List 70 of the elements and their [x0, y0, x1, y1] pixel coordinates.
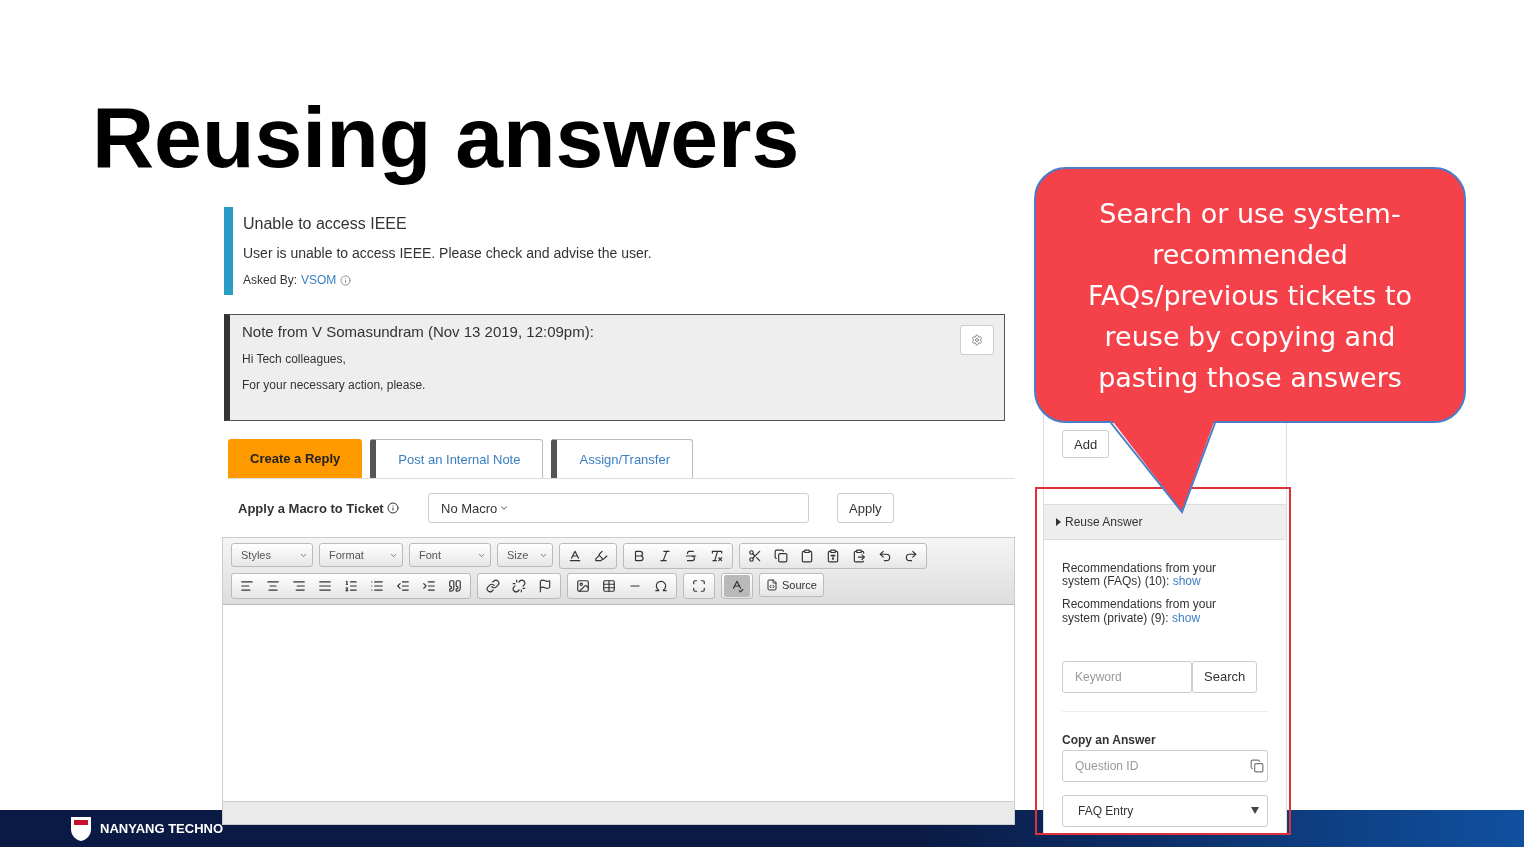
university-name: NANYANG TECHNO — [100, 821, 224, 836]
toolbar-dropdown[interactable]: Styles — [231, 543, 313, 567]
ticket-subject: Unable to access IEEE — [243, 215, 408, 233]
table-icon — [602, 579, 616, 593]
document-icon — [766, 579, 778, 591]
omega-icon — [654, 579, 668, 593]
bullet-list-icon — [370, 579, 384, 593]
question-id-field[interactable]: Question ID — [1062, 749, 1268, 782]
maximize-icon — [692, 579, 706, 593]
clear-format-icon — [710, 549, 724, 563]
note-text: For your necessary action, please. — [242, 378, 427, 392]
copy-label: Copy an Answer — [1062, 732, 1157, 747]
section-header[interactable]: Reuse Answer — [1044, 504, 1286, 540]
justify-icon — [318, 579, 332, 593]
link-icon — [486, 579, 500, 593]
cut-icon — [748, 549, 762, 563]
recommendation-text: Recommendations from your system (private) (9): show — [1062, 598, 1218, 625]
spellcheck-icon — [730, 579, 744, 593]
info-icon — [340, 274, 352, 286]
macro-select[interactable]: No Macro — [428, 493, 809, 523]
caret-icon — [1251, 807, 1259, 815]
asked-by-label: Asked By: — [243, 273, 298, 287]
apply-button[interactable]: Apply — [837, 493, 894, 523]
shield-icon — [70, 815, 92, 842]
align-center-icon — [266, 579, 280, 593]
undo-icon — [878, 549, 892, 563]
section-title: Reuse Answer — [1065, 515, 1143, 529]
show-link[interactable]: show — [1172, 610, 1201, 625]
flag-icon — [538, 579, 552, 593]
outdent-icon — [396, 579, 410, 593]
italic-icon — [658, 549, 672, 563]
text-color-icon — [568, 549, 582, 563]
align-left-icon — [240, 579, 254, 593]
toolbar-dropdown[interactable]: Size — [497, 543, 553, 567]
indent-icon — [422, 579, 436, 593]
caret-icon — [1056, 518, 1061, 526]
info-icon — [386, 502, 399, 514]
align-right-icon — [292, 579, 306, 593]
bold-icon — [632, 549, 646, 563]
numbered-list-icon — [344, 579, 358, 593]
image-icon — [576, 579, 590, 593]
recommendation-text: Recommendations from your system (FAQs) (10): show — [1062, 562, 1218, 589]
search-button[interactable]: Search — [1192, 660, 1258, 693]
note-text: Hi Tech colleagues, — [242, 352, 347, 366]
show-link[interactable]: show — [1172, 574, 1201, 589]
note-header: Note from V Somasundram (Nov 13 2019, 12:09pm): — [242, 323, 595, 340]
strikethrough-icon — [684, 549, 698, 563]
callout-text: Search or use system-recommended FAQs/previous tickets to reuse by copying and pasting those answers — [1086, 196, 1413, 395]
paste-icon — [800, 549, 814, 563]
add-button[interactable]: Add — [1062, 430, 1110, 458]
tab[interactable]: Post an Internal Note — [370, 439, 544, 478]
copy-icon — [774, 549, 788, 563]
macro-label: Apply a Macro to Ticket — [238, 500, 384, 516]
quote-icon — [448, 579, 462, 593]
tab[interactable]: Assign/Transfer — [551, 439, 694, 478]
ticket-body: User is unable to access IEEE. Please check and advise the user. — [243, 245, 653, 261]
faq-select[interactable]: FAQ Entry — [1062, 794, 1268, 827]
gear-icon — [971, 334, 983, 346]
paste-text-icon — [826, 549, 840, 563]
tab[interactable]: Create a Reply — [228, 439, 363, 478]
unlink-icon — [512, 579, 526, 593]
toolbar-dropdown[interactable]: Font — [409, 543, 491, 567]
keyword-field[interactable]: Keyword — [1062, 660, 1192, 693]
source-button[interactable]: Source — [759, 573, 824, 597]
caret-icon — [499, 503, 510, 513]
copy-icon[interactable] — [1250, 758, 1264, 773]
asked-by-link[interactable]: VSOM — [301, 273, 337, 287]
highlight-icon — [594, 549, 608, 563]
redo-icon — [904, 549, 918, 563]
toolbar-dropdown[interactable]: Format — [319, 543, 403, 567]
